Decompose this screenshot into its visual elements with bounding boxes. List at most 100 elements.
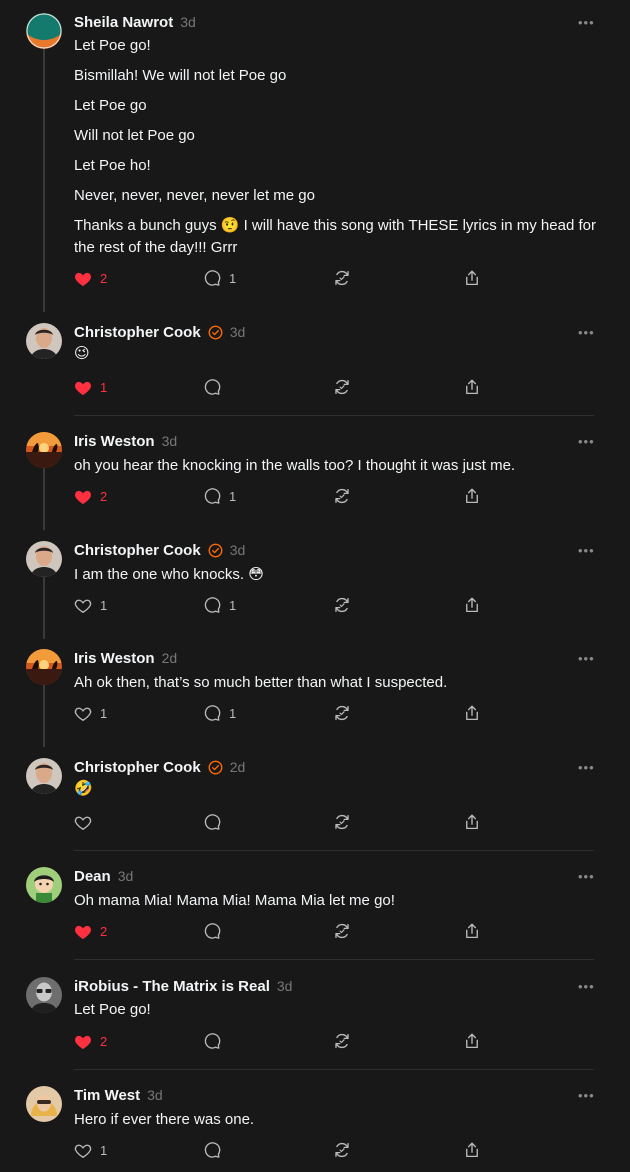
more-icon[interactable]: •••: [578, 16, 595, 29]
post-text: Let Poe go!: [74, 999, 604, 1029]
share-icon: [463, 487, 481, 505]
share-button[interactable]: [463, 268, 481, 288]
reply-button[interactable]: 1: [203, 486, 236, 506]
reply-button[interactable]: [203, 377, 229, 397]
reply-count: 1: [229, 488, 237, 504]
post-timestamp: 3d: [180, 14, 196, 30]
heart-icon: [74, 814, 92, 831]
post-timestamp: 3d: [161, 433, 178, 449]
more-icon[interactable]: •••: [578, 980, 595, 993]
more-icon[interactable]: •••: [578, 1089, 595, 1102]
post-text-line: Let Poe go!: [74, 1001, 151, 1018]
post-timestamp: 3d: [147, 1087, 163, 1103]
avatar[interactable]: [26, 977, 62, 1013]
more-icon[interactable]: •••: [578, 870, 595, 883]
post-header: Iris Weston 3d: [74, 432, 177, 450]
more-icon[interactable]: •••: [578, 761, 595, 774]
more-icon[interactable]: •••: [578, 435, 595, 448]
like-button[interactable]: 2: [74, 486, 107, 506]
action-bar: 2: [74, 921, 494, 941]
repost-button[interactable]: [333, 377, 351, 397]
avatar[interactable]: [26, 323, 62, 359]
share-button[interactable]: [463, 595, 481, 615]
like-button[interactable]: 1: [74, 703, 107, 723]
author-name[interactable]: Iris Weston: [74, 650, 155, 667]
author-name[interactable]: Christopher Cook: [74, 324, 201, 341]
action-bar: [74, 812, 494, 832]
repost-icon: [333, 1032, 351, 1050]
like-button[interactable]: 1: [74, 1140, 107, 1160]
comment-icon: [203, 813, 221, 831]
avatar[interactable]: [26, 432, 62, 468]
reply-button[interactable]: [203, 1031, 229, 1051]
post-text-line: Let Poe go: [74, 97, 147, 114]
like-button[interactable]: 2: [74, 921, 107, 941]
author-name[interactable]: Sheila Nawrot: [74, 14, 173, 31]
post-timestamp: 3d: [229, 324, 246, 340]
share-button[interactable]: [463, 703, 481, 723]
heart-icon: [74, 379, 92, 396]
heart-icon: [74, 1033, 92, 1050]
repost-button[interactable]: [333, 1031, 351, 1051]
share-button[interactable]: [463, 812, 481, 832]
share-icon: [463, 922, 481, 940]
like-count: 1: [100, 705, 108, 721]
repost-button[interactable]: [333, 595, 351, 615]
reply-button[interactable]: [203, 921, 229, 941]
post-header: Iris Weston 2d: [74, 649, 177, 667]
more-icon[interactable]: •••: [578, 326, 595, 339]
avatar[interactable]: [26, 1086, 62, 1122]
avatar[interactable]: [26, 867, 62, 903]
like-button[interactable]: [74, 812, 100, 832]
like-count: 1: [100, 1142, 108, 1158]
repost-icon: [333, 922, 351, 940]
share-button[interactable]: [463, 377, 481, 397]
repost-button[interactable]: [333, 268, 351, 288]
like-button[interactable]: 1: [74, 377, 107, 397]
like-count: 1: [100, 597, 108, 613]
share-icon: [463, 596, 481, 614]
author-name[interactable]: Dean: [74, 868, 111, 885]
like-button[interactable]: 2: [74, 268, 107, 288]
verified-icon: [208, 760, 223, 775]
avatar[interactable]: [26, 649, 62, 685]
repost-button[interactable]: [333, 486, 351, 506]
reply-button[interactable]: [203, 1140, 229, 1160]
avatar[interactable]: [26, 758, 62, 794]
like-button[interactable]: 1: [74, 595, 107, 615]
author-name[interactable]: Iris Weston: [74, 433, 155, 450]
heart-icon: [74, 597, 92, 614]
action-bar: 2 1: [74, 486, 494, 506]
repost-button[interactable]: [333, 1140, 351, 1160]
author-name[interactable]: Tim West: [74, 1087, 140, 1104]
action-bar: 2: [74, 1031, 494, 1051]
share-button[interactable]: [463, 486, 481, 506]
reply-button[interactable]: 1: [203, 595, 236, 615]
post-text: Oh mama Mia! Mama Mia! Mama Mia let me g…: [74, 890, 604, 920]
share-button[interactable]: [463, 1140, 481, 1160]
reply-button[interactable]: 1: [203, 703, 236, 723]
post-text-line: Never, never, never, never let me go: [74, 187, 315, 204]
reply-button[interactable]: 1: [203, 268, 236, 288]
author-name[interactable]: iRobius - The Matrix is Real: [74, 978, 270, 995]
like-button[interactable]: 2: [74, 1031, 107, 1051]
share-button[interactable]: [463, 1031, 481, 1051]
reply-count: 1: [229, 270, 237, 286]
heart-icon: [74, 270, 92, 287]
avatar[interactable]: [26, 541, 62, 577]
post-text-line: Will not let Poe go: [74, 127, 195, 144]
author-name[interactable]: Christopher Cook: [74, 759, 201, 776]
post-header: Christopher Cook 3d: [74, 541, 245, 559]
repost-button[interactable]: [333, 812, 351, 832]
repost-button[interactable]: [333, 703, 351, 723]
action-bar: 2 1: [74, 268, 494, 288]
reply-button[interactable]: [203, 812, 229, 832]
post-text-line: Ah ok then, that’s so much better than w…: [74, 674, 448, 691]
more-icon[interactable]: •••: [578, 544, 595, 557]
author-name[interactable]: Christopher Cook: [74, 542, 201, 559]
share-icon: [463, 813, 481, 831]
avatar[interactable]: [26, 13, 62, 49]
more-icon[interactable]: •••: [578, 652, 595, 665]
repost-button[interactable]: [333, 921, 351, 941]
share-button[interactable]: [463, 921, 481, 941]
